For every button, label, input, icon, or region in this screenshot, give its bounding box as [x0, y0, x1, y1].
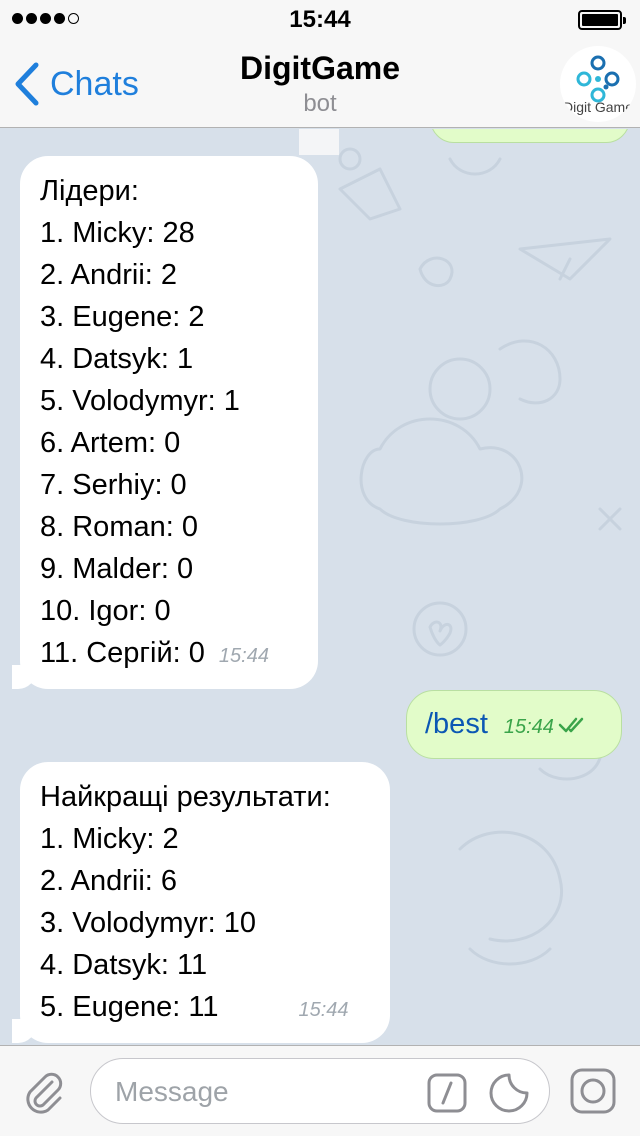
signal-strength-icon [12, 13, 79, 24]
message-input[interactable] [115, 1073, 415, 1111]
previous-outgoing-bubble [430, 129, 630, 143]
message-line: 5. Eugene: 11 [40, 991, 219, 1023]
double-check-icon [558, 704, 588, 746]
message-field[interactable] [90, 1058, 550, 1124]
digit-game-logo-icon [576, 55, 620, 103]
paperclip-icon [26, 1072, 63, 1114]
battery-icon [578, 10, 626, 30]
message-line: 10. Igor: 0 [40, 595, 171, 627]
message-line: 1. Micky: 2 [40, 823, 179, 855]
message-line: 3. Volodymyr: 10 [40, 907, 256, 939]
message-time: 15:44 [503, 716, 554, 738]
attach-button[interactable] [22, 1070, 66, 1119]
navigation-bar: Chats DigitGame bot Digit Game [0, 40, 640, 128]
message-line: Лідери: [40, 175, 139, 207]
chat-area[interactable]: Лідери: 1. Micky: 28 2. Andrii: 2 3. Eug… [0, 129, 640, 1045]
bot-commands-button[interactable] [427, 1073, 467, 1118]
slash-command-icon [427, 1073, 467, 1113]
sticker-icon [489, 1073, 529, 1113]
message-line: 7. Serhiy: 0 [40, 469, 187, 501]
status-time: 15:44 [289, 6, 351, 33]
bot-avatar[interactable]: Digit Game [560, 46, 636, 122]
message-line: 11. Сергій: 0 [40, 637, 205, 669]
chat-subtitle: bot [303, 90, 337, 117]
incoming-message-leaders[interactable]: Лідери: 1. Micky: 28 2. Andrii: 2 3. Eug… [12, 156, 318, 689]
status-bar: 15:44 [0, 0, 640, 40]
chat-title[interactable]: DigitGame [0, 50, 640, 87]
message-line: 1. Micky: 28 [40, 217, 195, 249]
outgoing-message-best[interactable]: /best 15:44 [406, 690, 622, 759]
message-line: 5. Volodymyr: 1 [40, 385, 240, 417]
incoming-message-best-results[interactable]: Найкращі результати: 1. Micky: 2 2. Andr… [12, 762, 390, 1043]
message-line: 4. Datsyk: 1 [40, 343, 194, 375]
camera-icon [570, 1068, 616, 1114]
previous-message-edge [299, 129, 339, 155]
message-time: 15:44 [298, 999, 349, 1021]
message-line: Найкращі результати: [40, 781, 331, 813]
message-line: 2. Andrii: 2 [40, 259, 178, 291]
message-line: 6. Artem: 0 [40, 427, 181, 459]
sticker-button[interactable] [489, 1073, 529, 1118]
message-line: 9. Malder: 0 [40, 553, 194, 585]
message-input-bar [0, 1045, 640, 1136]
message-line: 3. Eugene: 2 [40, 301, 205, 333]
command-text[interactable]: /best [425, 708, 488, 740]
message-line: 2. Andrii: 6 [40, 865, 178, 897]
message-line: 8. Roman: 0 [40, 511, 198, 543]
camera-button[interactable] [570, 1068, 616, 1119]
message-time: 15:44 [218, 645, 269, 667]
message-line: 4. Datsyk: 11 [40, 949, 208, 981]
